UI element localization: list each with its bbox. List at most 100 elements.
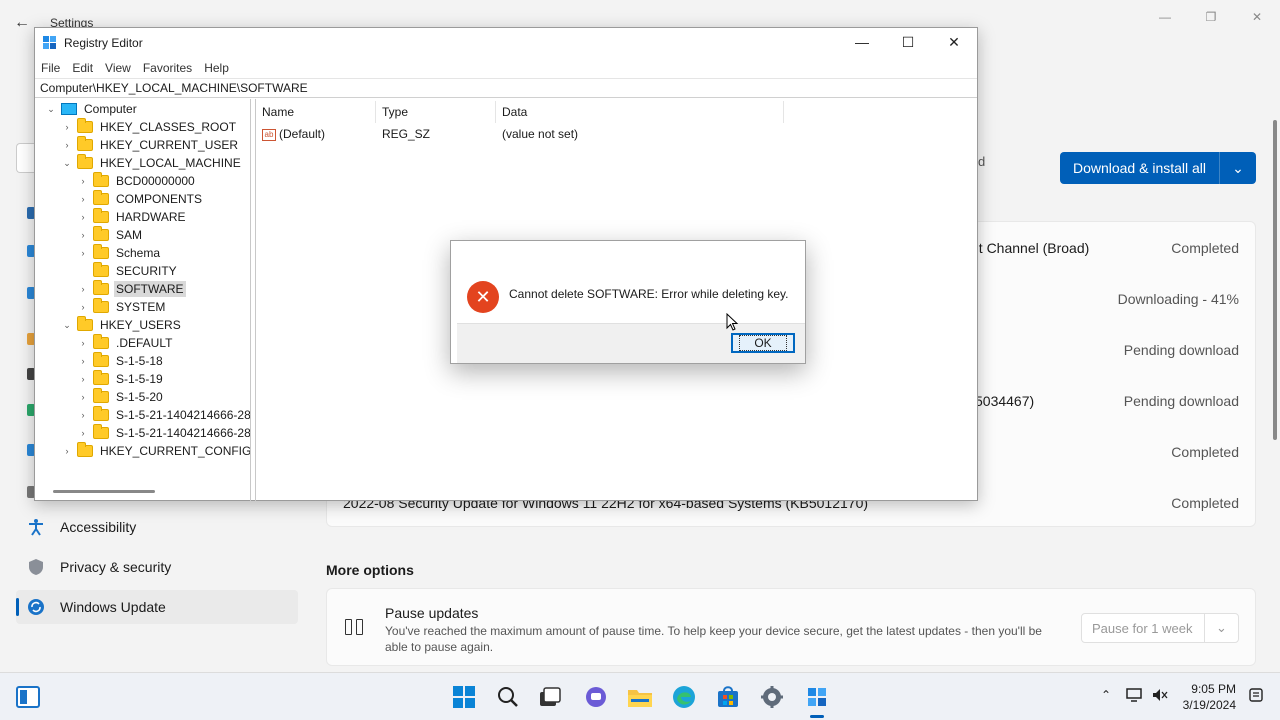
tree-node-label: HKEY_CLASSES_ROOT: [100, 120, 237, 134]
value-row[interactable]: ab (Default) REG_SZ (value not set): [256, 125, 784, 143]
tree-node-label: S-1-5-21-1404214666-2888: [116, 426, 251, 440]
close-icon[interactable]: ✕: [931, 28, 977, 56]
edge-icon[interactable]: [670, 683, 698, 711]
chevron-right-icon[interactable]: ›: [77, 230, 89, 240]
chevron-right-icon[interactable]: ›: [77, 302, 89, 312]
volume-muted-icon[interactable]: [1152, 687, 1168, 703]
chevron-right-icon[interactable]: ›: [77, 194, 89, 204]
folder-icon: [77, 442, 93, 457]
tree-node[interactable]: › .DEFAULT: [77, 334, 174, 352]
minimize-icon[interactable]: —: [1142, 6, 1188, 28]
update-status: Completed: [1171, 495, 1239, 511]
chevron-right-icon[interactable]: ›: [77, 284, 89, 294]
tree-node[interactable]: › S-1-5-19: [77, 370, 165, 388]
tree-node[interactable]: › HKEY_CURRENT_USER: [61, 136, 240, 154]
tree-node-label: Schema: [116, 246, 161, 260]
minimize-icon[interactable]: —: [839, 28, 885, 56]
download-install-all-label[interactable]: Download & install all: [1060, 152, 1220, 184]
folder-icon: [93, 262, 109, 277]
tree-node[interactable]: › SYSTEM: [77, 298, 167, 316]
ok-label: OK: [739, 335, 787, 351]
system-clock[interactable]: 9:05 PM 3/19/2024: [1183, 681, 1236, 713]
chevron-down-icon[interactable]: ⌄: [61, 320, 73, 331]
chevron-down-icon[interactable]: ⌄: [1204, 614, 1238, 642]
settings-icon[interactable]: [758, 683, 786, 711]
search-box-stub[interactable]: [16, 143, 36, 173]
tree-node[interactable]: › S-1-5-18: [77, 352, 165, 370]
active-app-indicator: [810, 715, 824, 718]
chevron-down-icon[interactable]: ⌄: [1220, 152, 1256, 184]
close-icon[interactable]: ✕: [1234, 6, 1280, 28]
chevron-right-icon[interactable]: ›: [77, 248, 89, 258]
restore-icon[interactable]: ❐: [1188, 6, 1234, 28]
tree-node[interactable]: › HARDWARE: [77, 208, 188, 226]
chevron-right-icon[interactable]: ›: [77, 374, 89, 384]
chevron-right-icon[interactable]: ›: [77, 356, 89, 366]
ok-button[interactable]: OK: [731, 333, 795, 353]
tree-node[interactable]: ⌄ Computer: [45, 100, 139, 118]
chevron-up-icon[interactable]: ⌃: [1098, 687, 1114, 703]
task-view-icon[interactable]: [536, 683, 564, 711]
column-data[interactable]: Data: [496, 101, 784, 123]
widgets-icon[interactable]: [14, 683, 42, 711]
tree-node[interactable]: › HKEY_CURRENT_CONFIG: [61, 442, 250, 460]
chevron-right-icon[interactable]: ›: [77, 338, 89, 348]
folder-icon: [93, 406, 109, 421]
tree-node[interactable]: › Schema: [77, 244, 162, 262]
tree-node-label: HKEY_USERS: [100, 318, 181, 332]
windows-update-icon: [26, 597, 46, 617]
chevron-right-icon[interactable]: ›: [77, 392, 89, 402]
menu-favorites[interactable]: Favorites: [137, 58, 198, 78]
chevron-right-icon[interactable]: ›: [77, 212, 89, 222]
tree-node[interactable]: › SAM: [77, 226, 144, 244]
tree-node[interactable]: SECURITY: [77, 262, 179, 280]
download-install-all-button[interactable]: Download & install all ⌄: [1060, 152, 1256, 184]
notification-icon[interactable]: [1248, 687, 1264, 703]
nav-item-accessibility[interactable]: Accessibility: [16, 510, 298, 544]
menu-help[interactable]: Help: [198, 58, 235, 78]
pause-duration-select[interactable]: Pause for 1 week ⌄: [1081, 613, 1239, 643]
chevron-right-icon[interactable]: ›: [77, 428, 89, 438]
network-icon[interactable]: [1126, 687, 1142, 703]
chevron-down-icon[interactable]: ⌄: [45, 104, 57, 115]
menu-edit[interactable]: Edit: [66, 58, 99, 78]
address-bar[interactable]: Computer\HKEY_LOCAL_MACHINE\SOFTWARE: [35, 78, 977, 98]
tree-node[interactable]: › HKEY_CLASSES_ROOT: [61, 118, 238, 136]
tree-node[interactable]: › COMPONENTS: [77, 190, 204, 208]
regedit-titlebar[interactable]: Registry Editor — ☐ ✕: [35, 28, 977, 58]
settings-scrollbar[interactable]: [1273, 120, 1277, 440]
menu-view[interactable]: View: [99, 58, 137, 78]
chevron-right-icon[interactable]: ›: [61, 140, 73, 150]
chevron-down-icon[interactable]: ⌄: [61, 158, 73, 169]
file-explorer-icon[interactable]: [626, 683, 654, 711]
pause-description: You've reached the maximum amount of pau…: [385, 624, 1042, 654]
tree-node[interactable]: › SOFTWARE: [77, 280, 186, 298]
clock-date: 3/19/2024: [1182, 698, 1236, 712]
chevron-right-icon[interactable]: ›: [61, 122, 73, 132]
menu-file[interactable]: File: [35, 58, 66, 78]
regedit-window-controls: — ☐ ✕: [839, 28, 977, 56]
start-icon[interactable]: [450, 683, 478, 711]
tree-node[interactable]: › S-1-5-21-1404214666-2888: [77, 424, 251, 442]
chevron-right-icon[interactable]: ›: [77, 176, 89, 186]
tree-horizontal-scrollbar[interactable]: [53, 490, 155, 493]
back-arrow-icon[interactable]: ←: [14, 14, 34, 34]
pause-icon: [345, 619, 365, 637]
tree-node[interactable]: › BCD00000000: [77, 172, 197, 190]
nav-item-privacy-security[interactable]: Privacy & security: [16, 550, 298, 584]
tree-node[interactable]: ⌄ HKEY_LOCAL_MACHINE: [61, 154, 243, 172]
update-status: Completed: [1171, 240, 1239, 256]
store-icon[interactable]: [714, 683, 742, 711]
tree-node[interactable]: ⌄ HKEY_USERS: [61, 316, 183, 334]
search-icon[interactable]: [494, 683, 522, 711]
nav-item-windows-update[interactable]: Windows Update: [16, 590, 298, 624]
chat-icon[interactable]: [582, 683, 610, 711]
chevron-right-icon[interactable]: ›: [77, 410, 89, 420]
tree-node[interactable]: › S-1-5-20: [77, 388, 165, 406]
tree-node[interactable]: › S-1-5-21-1404214666-2888: [77, 406, 250, 424]
chevron-right-icon[interactable]: ›: [61, 446, 73, 456]
regedit-icon[interactable]: [803, 683, 831, 711]
column-type[interactable]: Type: [376, 101, 496, 123]
column-name[interactable]: Name: [256, 101, 376, 123]
maximize-icon[interactable]: ☐: [885, 28, 931, 56]
